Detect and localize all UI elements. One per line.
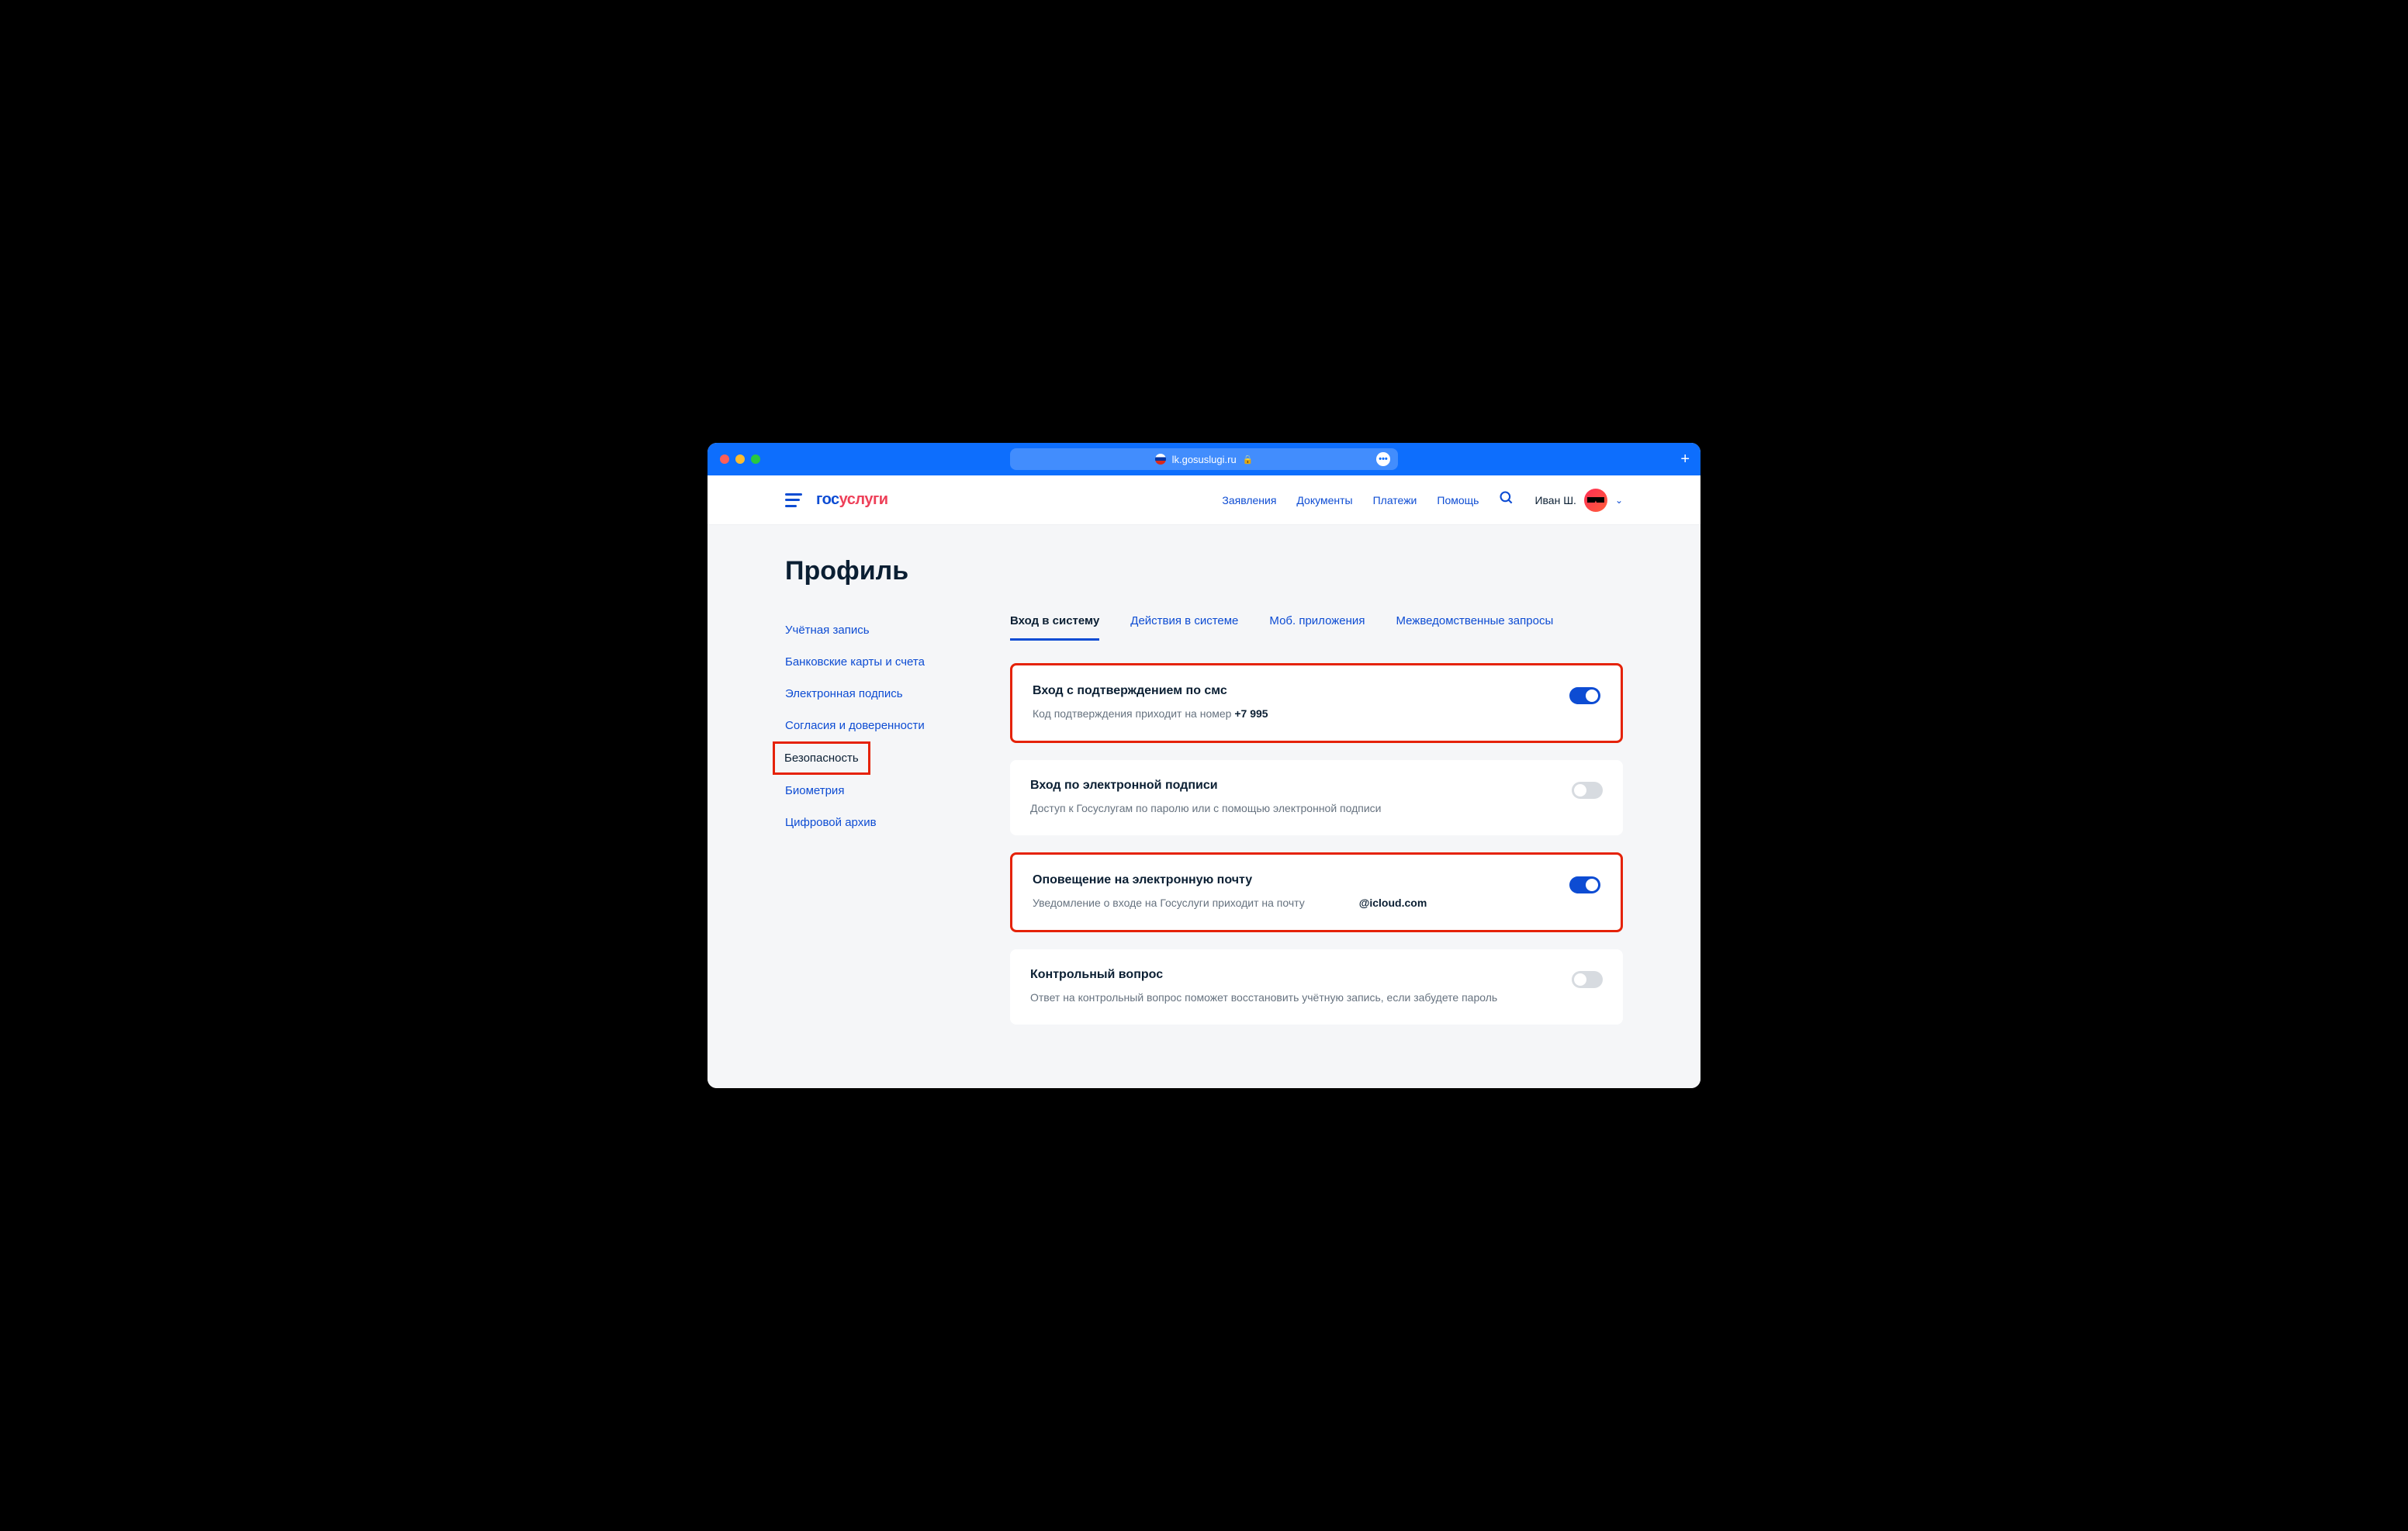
- sidebar-item-account[interactable]: Учётная запись: [785, 614, 964, 646]
- logo[interactable]: госуслуги: [816, 491, 888, 509]
- sidebar-item-security[interactable]: Безопасность: [773, 741, 870, 775]
- nav-link-help[interactable]: Помощь: [1437, 494, 1479, 506]
- card-security-question: Контрольный вопрос Ответ на контрольный …: [1010, 949, 1623, 1025]
- card-description: Ответ на контрольный вопрос поможет восс…: [1030, 990, 1497, 1006]
- user-menu[interactable]: Иван Ш. ⌄: [1534, 489, 1623, 512]
- tab-login[interactable]: Вход в систему: [1010, 614, 1099, 641]
- maximize-window-icon[interactable]: [751, 454, 760, 464]
- page-body: Профиль Учётная запись Банковские карты …: [708, 525, 1700, 1088]
- toggle-security-question[interactable]: [1572, 971, 1603, 988]
- card-desc-prefix: Доступ к Госуслугам по паролю или с помо…: [1030, 802, 1382, 814]
- logo-part-2: услуги: [839, 491, 888, 508]
- nav-link-applications[interactable]: Заявления: [1222, 494, 1276, 506]
- content-wrap: Учётная запись Банковские карты и счета …: [785, 614, 1623, 1042]
- card-desc-prefix: Уведомление о входе на Госуслуги приходи…: [1033, 897, 1308, 909]
- card-description: Уведомление о входе на Госуслуги приходи…: [1033, 895, 1427, 911]
- card-text: Вход с подтверждением по смс Код подтвер…: [1033, 684, 1268, 722]
- toggle-esignature-login[interactable]: [1572, 782, 1603, 799]
- card-text: Контрольный вопрос Ответ на контрольный …: [1030, 968, 1497, 1006]
- browser-chrome: lk.gosuslugi.ru 🔒 ••• +: [708, 443, 1700, 475]
- window-controls: [720, 454, 760, 464]
- card-title: Вход с подтверждением по смс: [1033, 684, 1268, 698]
- menu-button[interactable]: [785, 493, 802, 507]
- card-esignature-login: Вход по электронной подписи Доступ к Гос…: [1010, 760, 1623, 835]
- card-desc-prefix: Ответ на контрольный вопрос поможет восс…: [1030, 991, 1497, 1004]
- sidebar: Учётная запись Банковские карты и счета …: [785, 614, 964, 1042]
- page-title: Профиль: [785, 556, 1623, 586]
- address-bar[interactable]: lk.gosuslugi.ru 🔒 •••: [1010, 448, 1398, 470]
- tab-mobile-apps[interactable]: Моб. приложения: [1269, 614, 1365, 641]
- search-icon: [1499, 490, 1514, 506]
- close-window-icon[interactable]: [720, 454, 729, 464]
- card-sms-confirmation: Вход с подтверждением по смс Код подтвер…: [1010, 663, 1623, 743]
- user-name: Иван Ш.: [1534, 494, 1576, 506]
- nav-link-payments[interactable]: Платежи: [1373, 494, 1417, 506]
- card-description: Код подтверждения приходит на номер +7 9…: [1033, 706, 1268, 722]
- sidebar-item-esignature[interactable]: Электронная подпись: [785, 678, 964, 710]
- card-text: Вход по электронной подписи Доступ к Гос…: [1030, 779, 1382, 817]
- avatar-glasses-icon: [1587, 497, 1604, 503]
- search-button[interactable]: [1499, 490, 1514, 510]
- sidebar-item-biometrics[interactable]: Биометрия: [785, 775, 964, 807]
- card-description: Доступ к Госуслугам по паролю или с помо…: [1030, 800, 1382, 817]
- tab-actions[interactable]: Действия в системе: [1130, 614, 1238, 641]
- card-text: Оповещение на электронную почту Уведомле…: [1033, 873, 1427, 911]
- avatar: [1584, 489, 1607, 512]
- nav-link-documents[interactable]: Документы: [1296, 494, 1352, 506]
- new-tab-button[interactable]: +: [1680, 451, 1690, 468]
- site-flag-icon: [1155, 454, 1166, 465]
- lock-icon: 🔒: [1243, 454, 1254, 465]
- site-info-icon[interactable]: •••: [1376, 452, 1390, 466]
- card-title: Оповещение на электронную почту: [1033, 873, 1427, 887]
- tab-interagency[interactable]: Межведомственные запросы: [1396, 614, 1553, 641]
- card-title: Вход по электронной подписи: [1030, 779, 1382, 793]
- toggle-sms-confirmation[interactable]: [1569, 687, 1600, 704]
- logo-part-1: гос: [816, 491, 839, 508]
- tabs: Вход в систему Действия в системе Моб. п…: [1010, 614, 1623, 641]
- sidebar-item-consents[interactable]: Согласия и доверенности: [785, 710, 964, 741]
- card-desc-value: +7 995: [1234, 707, 1268, 720]
- card-desc-prefix: Код подтверждения приходит на номер: [1033, 707, 1234, 720]
- card-desc-value: @icloud.com: [1359, 897, 1427, 909]
- main-column: Вход в систему Действия в системе Моб. п…: [1010, 614, 1623, 1042]
- chevron-down-icon: ⌄: [1615, 495, 1623, 506]
- toggle-email-notification[interactable]: [1569, 876, 1600, 893]
- sidebar-item-archive[interactable]: Цифровой архив: [785, 807, 964, 838]
- browser-window: lk.gosuslugi.ru 🔒 ••• + госуслуги Заявле…: [708, 443, 1700, 1088]
- site-header: госуслуги Заявления Документы Платежи По…: [708, 475, 1700, 525]
- url-text: lk.gosuslugi.ru: [1172, 454, 1237, 465]
- header-nav: Заявления Документы Платежи Помощь Иван …: [1222, 489, 1623, 512]
- card-email-notification: Оповещение на электронную почту Уведомле…: [1010, 852, 1623, 932]
- sidebar-item-cards[interactable]: Банковские карты и счета: [785, 646, 964, 678]
- card-title: Контрольный вопрос: [1030, 968, 1497, 982]
- minimize-window-icon[interactable]: [735, 454, 745, 464]
